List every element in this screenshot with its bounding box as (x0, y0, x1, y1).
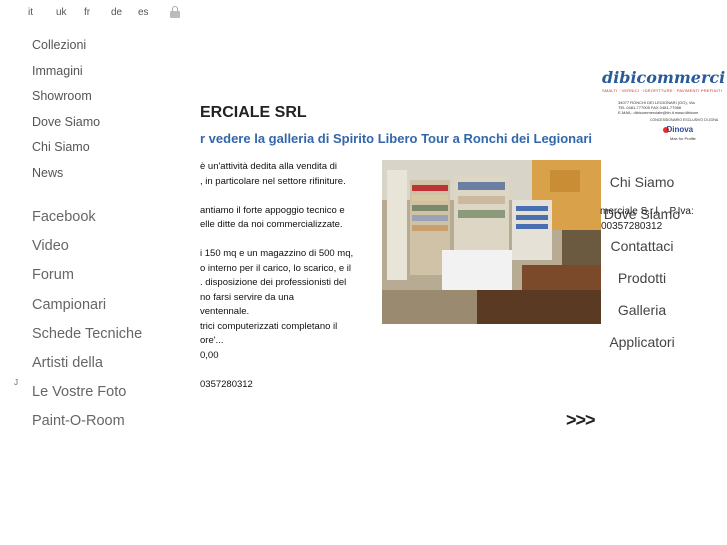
right-nav-applicatori[interactable]: Applicatori (600, 331, 684, 363)
right-nav: Chi Siamo Dove Siamo Contattaci Prodotti… (600, 171, 684, 363)
description-line: ore'... (200, 335, 224, 346)
logo-concession: CONCESSIONARIO ESCLUSIVO DI ZONA (650, 118, 719, 122)
description-line: 0357280312 (200, 378, 253, 390)
lang-it[interactable]: it (28, 7, 56, 18)
language-selector: it uk fr de es (28, 7, 149, 18)
nav-item-paint-o-room[interactable]: Paint-O-Room (32, 412, 142, 441)
lang-fr[interactable]: fr (84, 7, 111, 18)
lang-es[interactable]: es (138, 7, 149, 18)
company-logo[interactable]: dibicommerci SMALTI · VERNICI · IDROPITT… (600, 66, 727, 144)
nav-item-news[interactable]: News (32, 165, 100, 191)
nav-item-immagini[interactable]: Immagini (32, 63, 100, 89)
description-line: , in particolare nel settore rifiniture. (200, 175, 346, 187)
nav-item-vostre-foto[interactable]: Le Vostre Foto (32, 383, 142, 412)
nav-item-video[interactable]: Video (32, 237, 142, 266)
nav-item-facebook[interactable]: Facebook (32, 208, 142, 237)
description-line: i 150 mq e un magazzino di 500 mq, (200, 248, 354, 259)
description-line: ventennale. (200, 306, 250, 317)
stray-glyph: J (14, 378, 18, 387)
showroom-photo (382, 160, 601, 324)
logo-name: dibicommerci (602, 68, 726, 87)
nav-item-artisti[interactable]: Artisti della (32, 354, 142, 383)
nav-item-collezioni[interactable]: Collezioni (32, 37, 100, 63)
nav-item-forum[interactable]: Forum (32, 266, 142, 295)
nav-item-chi-siamo[interactable]: Chi Siamo (32, 139, 100, 165)
description: è un'attività dedita alla vendita di , i… (200, 160, 372, 392)
description-line: o interno per il carico, lo scarico, e i… (200, 262, 352, 274)
right-nav-galleria[interactable]: Galleria (600, 299, 684, 331)
description-line: trici computerizzati completano il (200, 320, 338, 332)
description-line: elle ditte da noi commercializzate. (200, 219, 343, 230)
secondary-nav: Facebook Video Forum Campionari Schede T… (32, 208, 142, 442)
lang-de[interactable]: de (111, 7, 138, 18)
lang-uk[interactable]: uk (56, 7, 84, 18)
lock-icon[interactable] (170, 6, 180, 18)
logo-brand: Dinova (666, 125, 694, 134)
description-line (200, 189, 372, 204)
nav-item-showroom[interactable]: Showroom (32, 88, 100, 114)
logo-address-line: E-MAIL: dibicommerciale@tin.it www.dibic… (618, 110, 699, 115)
description-line: no farsi servire da una (200, 291, 294, 303)
logo-brand-sub: Max for Profile (670, 136, 696, 141)
nav-item-schede-tecniche[interactable]: Schede Tecniche (32, 325, 142, 354)
more-arrows-link[interactable]: >>> (566, 410, 596, 431)
description-line: . disposizione dei professionisti del (200, 277, 347, 288)
description-line: è un'attività dedita alla vendita di (200, 161, 338, 172)
description-line (200, 233, 372, 248)
logo-address: 34077 RONCHI DEI LEGIONARI (GO), Via TEL… (618, 100, 698, 115)
right-nav-prodotti[interactable]: Prodotti (600, 267, 684, 299)
gallery-link[interactable]: r vedere la galleria di Spirito Libero T… (200, 131, 592, 146)
phone-number: 00357280312 (601, 221, 663, 232)
company-title: ERCIALE SRL (200, 104, 307, 121)
logo-tagline: SMALTI · VERNICI · IDROPITTURE · PAVIMEN… (602, 88, 722, 93)
description-line (200, 363, 372, 378)
company-vat-text: merciale S.r.l. · P.Iva: (600, 206, 694, 217)
description-line: antiamo il forte appoggio tecnico e (200, 204, 345, 216)
description-line: 0,00 (200, 349, 219, 361)
nav-item-campionari[interactable]: Campionari (32, 296, 142, 325)
right-nav-chi-siamo[interactable]: Chi Siamo (600, 171, 684, 203)
nav-item-dove-siamo[interactable]: Dove Siamo (32, 114, 100, 140)
right-nav-contattaci[interactable]: Contattaci (600, 235, 684, 267)
primary-nav: Collezioni Immagini Showroom Dove Siamo … (32, 37, 100, 190)
